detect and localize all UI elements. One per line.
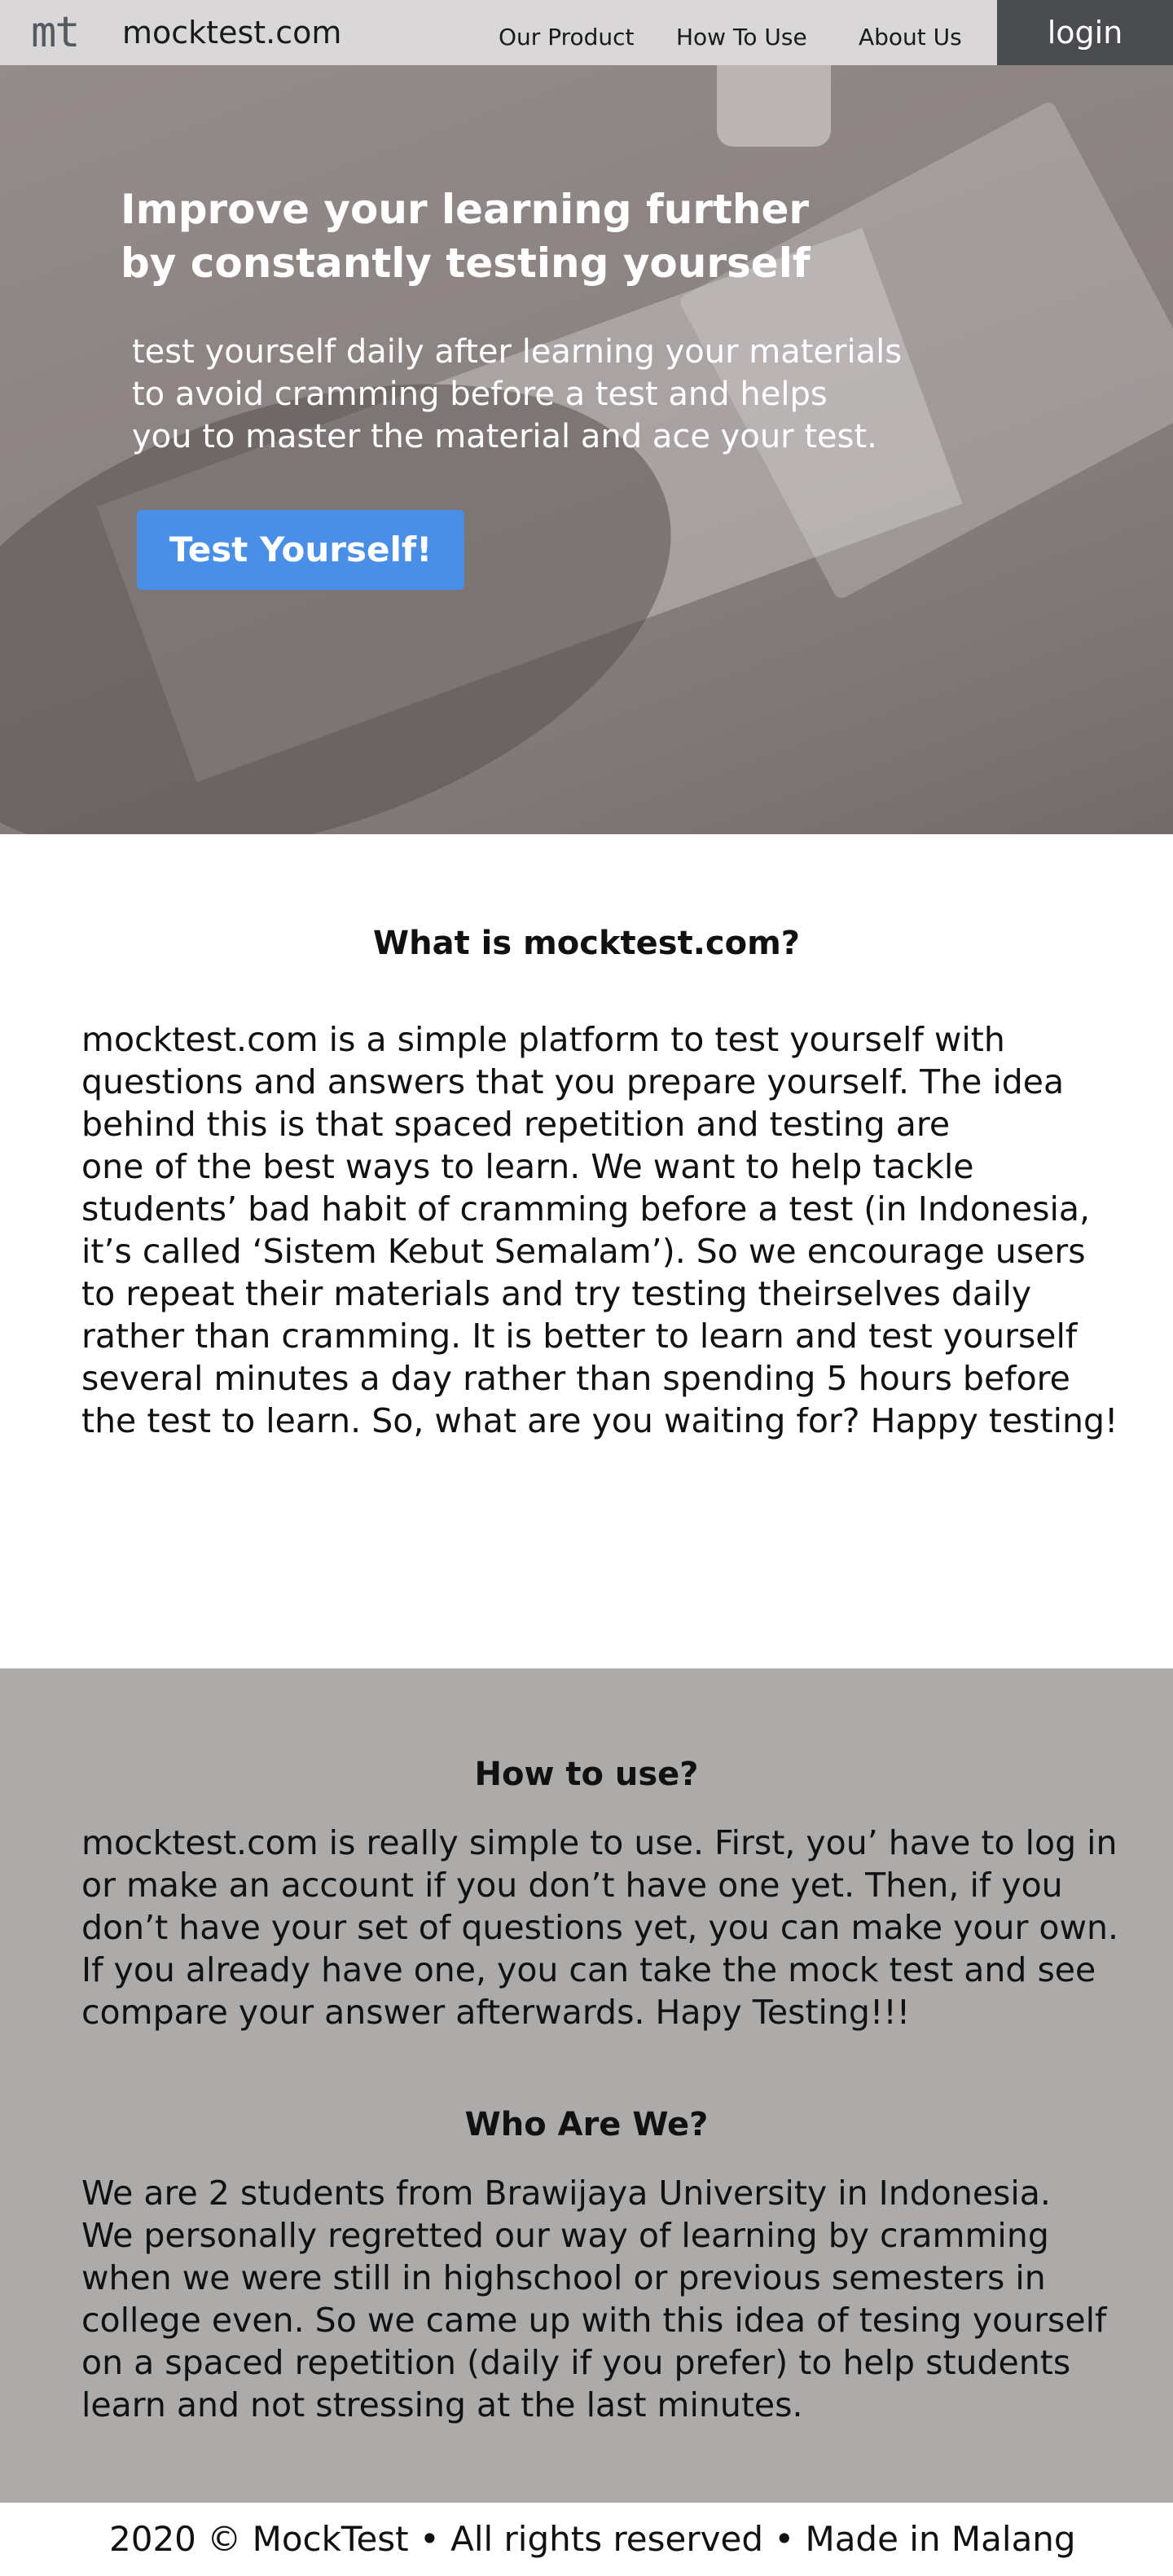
nav-our-product[interactable]: Our Product	[499, 23, 635, 52]
footer-text: 2020 © MockTest • All rights reserved • …	[109, 2519, 1076, 2559]
paragraph-line: compare your answer afterwards. Hapy Tes…	[81, 1993, 911, 2032]
how-to-use-paragraph: mocktest.com is really simple to use. Fi…	[81, 1822, 1149, 2033]
hero-section: Improve your learning further by constan…	[0, 65, 1173, 834]
paragraph-line: If you already have one, you can take th…	[81, 1950, 1096, 1989]
hero-description: test yourself daily after learning your …	[132, 331, 995, 458]
logo-mark[interactable]: mt	[31, 8, 81, 57]
paragraph-line: mocktest.com is a simple platform to tes…	[81, 1020, 1005, 1059]
paragraph-line: don’t have your set of questions yet, yo…	[81, 1908, 1119, 1947]
paragraph-line: the test to learn. So, what are you wait…	[81, 1401, 1118, 1440]
what-is-section: What is mocktest.com? mocktest.com is a …	[0, 834, 1173, 1668]
paragraph-line: one of the best ways to learn. We want t…	[81, 1147, 974, 1186]
what-is-paragraph: mocktest.com is a simple platform to tes…	[81, 1018, 1149, 1442]
paragraph-line: or make an account if you don’t have one…	[81, 1866, 1063, 1905]
paragraph-line: rather than cramming. It is better to le…	[81, 1317, 1078, 1356]
paragraph-line: behind this is that spaced repetition an…	[81, 1105, 951, 1144]
paragraph-line: to repeat their materials and try testin…	[81, 1274, 1032, 1313]
what-is-heading: What is mocktest.com?	[372, 925, 800, 962]
paragraph-line: students’ bad habit of cramming before a…	[81, 1189, 1091, 1229]
site-header: mt mocktest.com Our Product How To Use A…	[0, 0, 1173, 65]
hero-title-line: by constantly testing yourself	[121, 240, 811, 287]
hero-description-line: you to master the material and ace your …	[132, 418, 877, 455]
paragraph-line: on a spaced repetition (daily if you pre…	[81, 2343, 1071, 2382]
paragraph-line: when we were still in highschool or prev…	[81, 2258, 1046, 2297]
hero-description-line: test yourself daily after learning your …	[132, 333, 903, 371]
login-button[interactable]: login	[997, 0, 1173, 65]
site-footer: 2020 © MockTest • All rights reserved • …	[0, 2503, 1173, 2576]
how-to-use-heading: How to use?	[474, 1756, 699, 1793]
hero-background-cup	[717, 65, 831, 147]
who-are-we-paragraph: We are 2 students from Brawijaya Univers…	[81, 2172, 1149, 2426]
how-and-who-section: How to use? mocktest.com is really simpl…	[0, 1668, 1173, 2503]
paragraph-line: mocktest.com is really simple to use. Fi…	[81, 1823, 1118, 1862]
nav-how-to-use[interactable]: How To Use	[676, 23, 807, 52]
site-name[interactable]: mocktest.com	[122, 13, 341, 52]
paragraph-line: We personally regretted our way of learn…	[81, 2216, 1049, 2255]
paragraph-line: learn and not stressing at the last minu…	[81, 2385, 803, 2424]
paragraph-line: college even. So we came up with this id…	[81, 2301, 1107, 2340]
hero-title-line: Improve your learning further	[121, 186, 810, 233]
paragraph-line: We are 2 students from Brawijaya Univers…	[81, 2174, 1051, 2213]
paragraph-line: several minutes a day rather than spendi…	[81, 1359, 1070, 1398]
test-yourself-button[interactable]: Test Yourself!	[137, 510, 464, 590]
paragraph-line: it’s called ‘Sistem Kebut Semalam’). So …	[81, 1232, 1086, 1271]
who-are-we-heading: Who Are We?	[464, 2106, 709, 2143]
hero-title: Improve your learning further by constan…	[121, 182, 854, 290]
nav-about-us[interactable]: About Us	[859, 23, 962, 52]
paragraph-line: questions and answers that you prepare y…	[81, 1062, 1065, 1101]
hero-description-line: to avoid cramming before a test and help…	[132, 376, 828, 413]
